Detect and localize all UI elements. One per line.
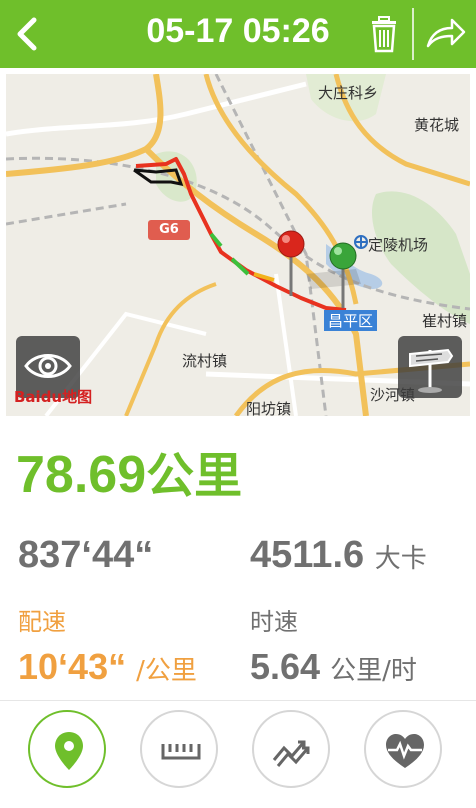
route-map[interactable]: 大庄科乡 黄花城 定陵机场 崔村镇 流村镇 沙河镇 阳坊镇 G6 昌平区 Bai…	[6, 74, 470, 416]
speed-readout: 5.64 公里/时	[250, 646, 417, 688]
location-tab[interactable]	[28, 710, 106, 788]
heart-rate-icon	[386, 734, 424, 768]
pace-readout: 10‘43“ /公里	[18, 646, 197, 688]
heart-tab[interactable]	[364, 710, 442, 788]
map-label-liucun: 流村镇	[182, 352, 228, 370]
ruler-icon	[161, 744, 201, 760]
map-label-dingling: 定陵机场	[368, 236, 429, 254]
trend-tab[interactable]	[252, 710, 330, 788]
location-pin-icon	[55, 732, 83, 770]
speed-value: 5.64	[250, 646, 321, 687]
calories-readout: 4511.6 大卡	[250, 534, 427, 577]
map-label-cuicun: 崔村镇	[422, 312, 468, 330]
ruler-tab[interactable]	[140, 710, 218, 788]
page-title: 05-17 05:26	[146, 12, 330, 50]
duration-value: 837‘44“	[18, 534, 154, 576]
map-label-yangfang: 阳坊镇	[246, 400, 292, 416]
map-label-dazhuangke: 大庄科乡	[318, 84, 379, 102]
speed-unit: 公里/时	[330, 656, 417, 686]
calories-value: 4511.6	[250, 534, 365, 576]
back-chevron-icon[interactable]	[8, 10, 48, 58]
trend-arrows-icon	[272, 740, 310, 767]
signpost-icon[interactable]	[398, 336, 462, 398]
speed-label: 时速	[250, 608, 298, 636]
distance-unit: 公里	[146, 448, 243, 504]
pace-value: 10‘43“	[18, 646, 127, 687]
share-arrow-icon[interactable]	[424, 14, 468, 54]
distance-value: 78.69	[16, 446, 147, 504]
map-label-huanghuacheng: 黄花城	[414, 116, 460, 134]
baidu-logo: Baidu地图	[14, 388, 93, 406]
tab-separator	[0, 700, 476, 701]
highway-shield-g6: G6	[148, 220, 190, 240]
distance-readout: 78.69公里	[16, 436, 242, 506]
pace-label: 配速	[18, 608, 66, 636]
calories-unit: 大卡	[374, 544, 427, 574]
pace-unit: /公里	[136, 656, 197, 686]
trash-icon[interactable]	[366, 14, 402, 54]
top-bar: 05-17 05:26	[0, 0, 476, 68]
map-label-changping: 昌平区	[324, 310, 378, 331]
header-divider	[412, 8, 414, 60]
